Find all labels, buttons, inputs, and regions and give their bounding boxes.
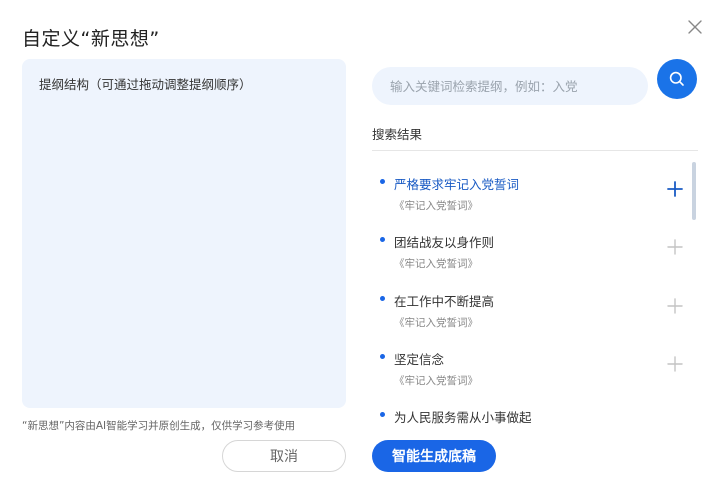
result-title: 为人民服务需从小事做起: [394, 410, 532, 425]
search-input[interactable]: [372, 67, 648, 105]
result-source: 《牢记入党誓词》: [394, 200, 478, 212]
bullet-dot: [380, 412, 385, 417]
plus-icon: [667, 239, 683, 255]
bullet-dot: [380, 179, 385, 184]
results-list[interactable]: 严格要求牢记入党誓词 《牢记入党誓词》 团结战友以身作则 《牢记入党誓词》 在工…: [372, 160, 698, 428]
add-button[interactable]: [666, 297, 684, 315]
bullet-dot: [380, 296, 385, 301]
dialog-title: 自定义“新思想”: [22, 28, 160, 50]
result-source: 《牢记入党誓词》: [394, 317, 478, 329]
result-title: 在工作中不断提高: [394, 294, 495, 309]
add-button[interactable]: [666, 355, 684, 373]
outline-panel[interactable]: 提纲结构（可通过拖动调整提纲顺序）: [22, 59, 346, 408]
plus-icon: [667, 356, 683, 372]
result-title: 严格要求牢记入党誓词: [394, 177, 520, 192]
cancel-button[interactable]: 取消: [222, 440, 346, 472]
search-icon: [669, 71, 684, 86]
result-item[interactable]: 坚定信念 《牢记入党誓词》: [372, 335, 690, 393]
results-divider: [372, 150, 698, 151]
custom-dialog: 自定义“新思想” 提纲结构（可通过拖动调整提纲顺序） “新思想”内容由AI智能学…: [0, 0, 720, 490]
close-button[interactable]: [684, 16, 706, 38]
close-icon: [688, 20, 702, 34]
results-header: 搜索结果: [372, 127, 423, 142]
result-item[interactable]: 严格要求牢记入党誓词 《牢记入党誓词》: [372, 160, 690, 218]
result-item[interactable]: 团结战友以身作则 《牢记入党誓词》: [372, 218, 690, 276]
outline-label: 提纲结构（可通过拖动调整提纲顺序）: [39, 77, 252, 92]
generate-draft-button[interactable]: 智能生成底稿: [372, 440, 496, 472]
plus-icon: [667, 181, 683, 197]
result-title: 坚定信念: [394, 352, 445, 367]
bullet-dot: [380, 354, 385, 359]
result-source: 《牢记入党誓词》: [394, 258, 478, 270]
result-source: 《牢记入党誓词》: [394, 375, 478, 387]
result-title: 团结战友以身作则: [394, 235, 495, 250]
add-button[interactable]: [666, 180, 684, 198]
search-button[interactable]: [657, 59, 697, 99]
bullet-dot: [380, 237, 385, 242]
result-item[interactable]: 在工作中不断提高 《牢记入党誓词》: [372, 277, 690, 335]
scrollbar-thumb[interactable]: [692, 162, 696, 220]
result-item[interactable]: 为人民服务需从小事做起: [372, 393, 690, 428]
add-button[interactable]: [666, 238, 684, 256]
ai-disclaimer: “新思想”内容由AI智能学习并原创生成，仅供学习参考使用: [22, 420, 296, 432]
plus-icon: [667, 298, 683, 314]
